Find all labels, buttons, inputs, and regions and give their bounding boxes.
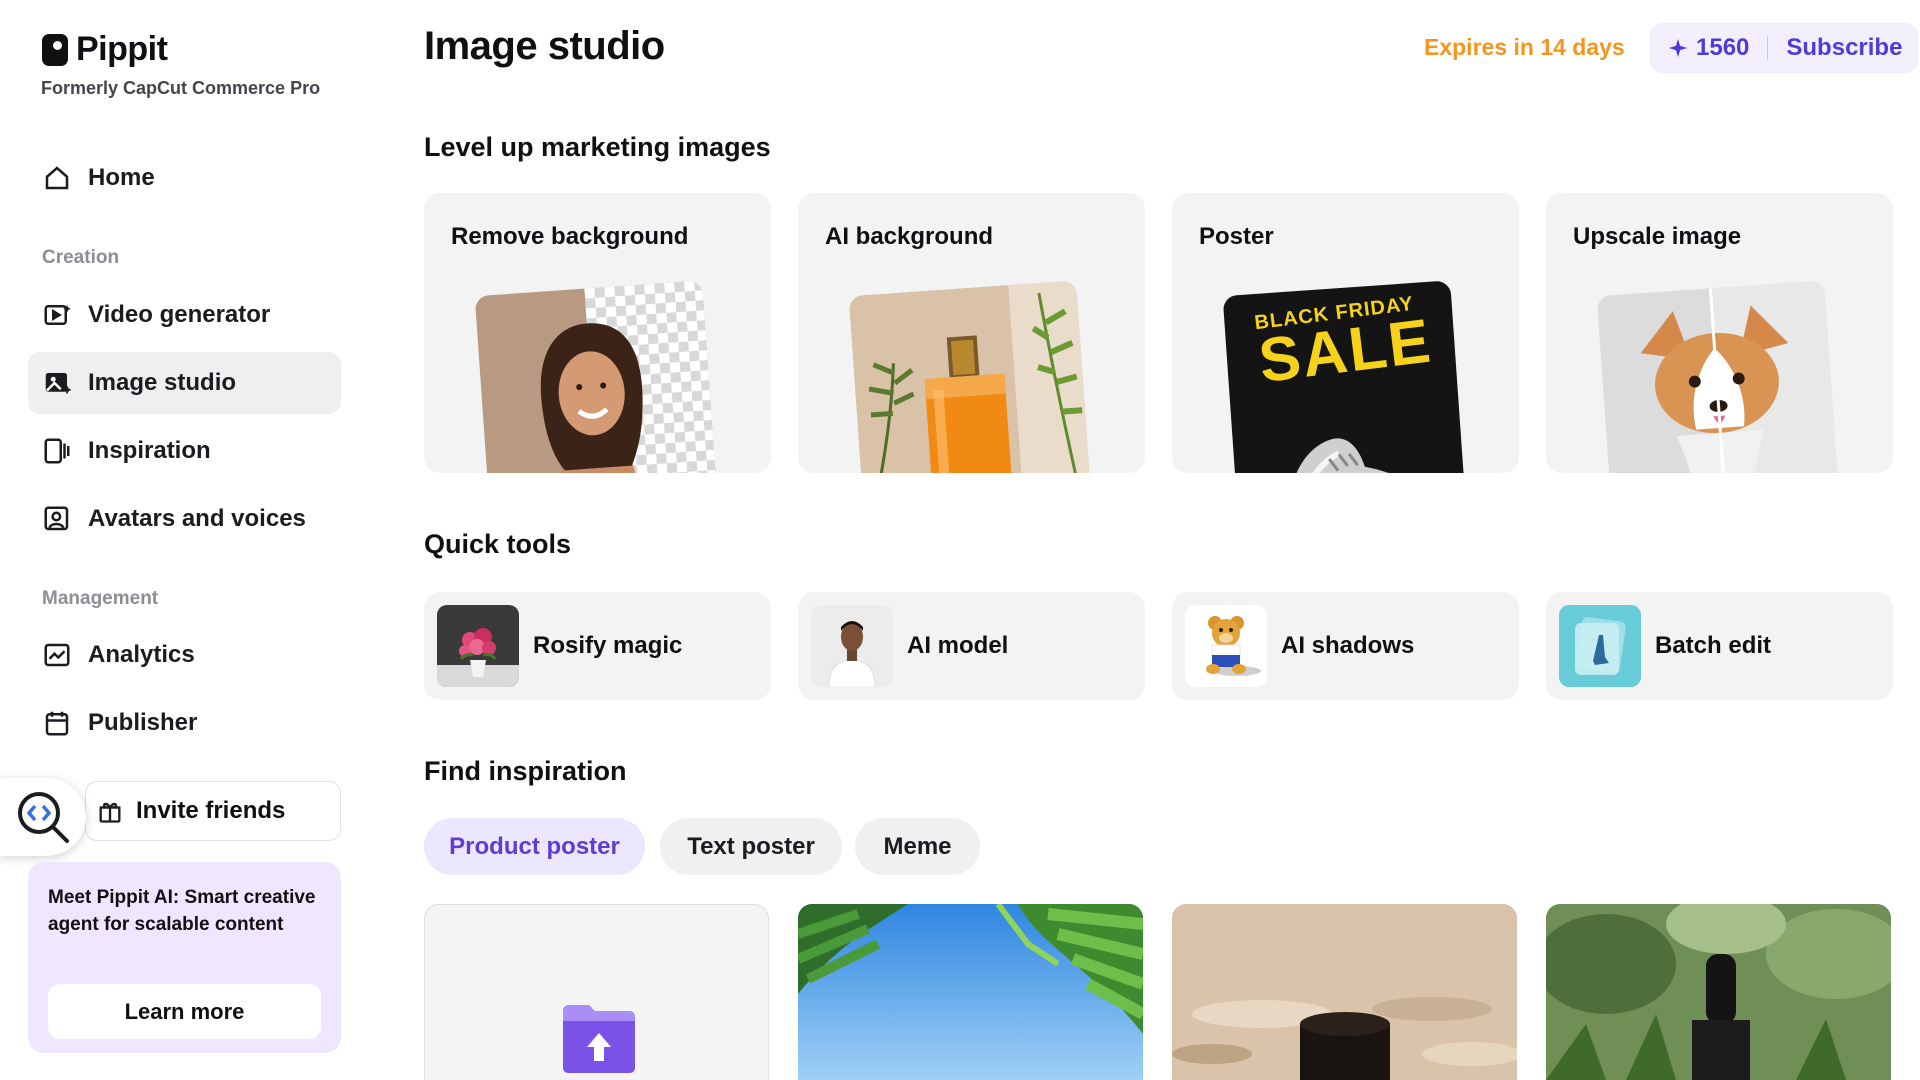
page-title: Image studio [424, 24, 665, 68]
poster-illustration: BLACK FRIDAY SALE [1222, 280, 1466, 473]
batch-edit-thumbnail [1559, 605, 1641, 687]
ai-model-thumbnail [811, 605, 893, 687]
inspiration-card-stones[interactable] [1172, 904, 1517, 1080]
invite-label: Invite friends [136, 797, 286, 824]
tool-card-rosify-magic[interactable]: Rosify magic [424, 592, 771, 700]
home-icon [45, 166, 69, 190]
sidebar-item-image-studio[interactable]: Image studio [28, 352, 341, 414]
upscale-image-illustration [1596, 280, 1840, 473]
subscribe-button[interactable]: Subscribe [1786, 34, 1902, 62]
inspiration-card-tropical[interactable] [798, 904, 1143, 1080]
tool-card-label: Rosify magic [533, 632, 683, 659]
brand-name: Pippit [76, 30, 168, 68]
learn-more-button[interactable]: Learn more [48, 984, 321, 1039]
tool-card-ai-model[interactable]: AI model [798, 592, 1145, 700]
section-title-quick-tools: Quick tools [424, 529, 572, 559]
pill-divider [1767, 36, 1769, 60]
feature-card-label: Poster [1199, 223, 1274, 250]
invite-friends-button[interactable]: Invite friends [85, 781, 341, 841]
section-label-creation: Creation [42, 247, 120, 268]
brand-logo[interactable]: Pippit [42, 30, 168, 69]
sidebar-item-analytics[interactable]: Analytics [28, 624, 341, 686]
video-generator-icon [44, 305, 71, 325]
sidebar-item-label: Video generator [88, 301, 271, 328]
sidebar-item-video-generator[interactable]: Video generator [28, 284, 341, 346]
analytics-icon [44, 643, 70, 667]
section-label-management: Management [42, 588, 159, 609]
section-title-find-inspiration: Find inspiration [424, 756, 627, 786]
feature-card-label: Upscale image [1573, 223, 1742, 250]
feature-card-label: AI background [825, 223, 994, 250]
tool-card-label: AI shadows [1281, 632, 1415, 659]
sidebar-item-avatars-voices[interactable]: Avatars and voices [28, 488, 341, 550]
inspiration-card-dropper[interactable] [1546, 904, 1891, 1080]
sidebar-item-label: Image studio [88, 369, 237, 396]
sidebar-item-home[interactable]: Home [28, 147, 341, 209]
tab-product-poster[interactable]: Product poster [424, 818, 645, 875]
avatar-icon [44, 506, 69, 531]
calendar-icon [45, 711, 69, 736]
feature-card-upscale-image[interactable]: Upscale image [1546, 193, 1893, 473]
ai-background-illustration [848, 280, 1092, 473]
inspiration-icon [44, 438, 70, 464]
tool-card-batch-edit[interactable]: Batch edit [1546, 592, 1893, 700]
promo-text: Meet Pippit AI: Smart creative agent for… [48, 887, 316, 935]
tool-card-label: AI model [907, 632, 1009, 659]
sidebar-item-label: Avatars and voices [88, 505, 306, 532]
credits-count: 1560 [1696, 34, 1750, 61]
sidebar-item-label: Home [88, 164, 155, 191]
sidebar-item-inspiration[interactable]: Inspiration [28, 420, 341, 482]
brand-subtitle: Formerly CapCut Commerce Pro [41, 78, 321, 98]
sidebar-item-label: Analytics [88, 641, 195, 668]
sidebar: Pippit Formerly CapCut Commerce Pro Home… [0, 0, 370, 1080]
tool-card-ai-shadows[interactable]: AI shadows [1172, 592, 1519, 700]
sidebar-item-publisher[interactable]: Publisher [28, 692, 341, 754]
feature-card-ai-background[interactable]: AI background [798, 193, 1145, 473]
upload-card[interactable] [424, 904, 769, 1080]
feature-card-label: Remove background [451, 223, 689, 250]
section-title-level-up: Level up marketing images [424, 132, 771, 162]
tool-card-label: Batch edit [1655, 632, 1772, 659]
tab-meme[interactable]: Meme [855, 818, 980, 875]
code-magnifier-icon [18, 792, 69, 843]
remove-background-illustration [474, 280, 718, 473]
ai-shadows-thumbnail [1185, 605, 1267, 687]
tab-text-poster[interactable]: Text poster [660, 818, 842, 875]
feature-card-remove-background[interactable]: Remove background [424, 193, 771, 473]
trial-expiry-label: Expires in 14 days [1424, 34, 1625, 60]
image-studio-icon [45, 373, 72, 395]
gift-icon [99, 802, 121, 823]
rosify-thumbnail [437, 605, 519, 687]
upload-folder-icon [563, 1005, 635, 1073]
code-search-float-button[interactable] [0, 778, 86, 856]
sidebar-item-label: Publisher [88, 709, 198, 736]
pippit-logo-icon [42, 33, 68, 66]
sidebar-item-label: Inspiration [88, 437, 211, 464]
feature-card-poster[interactable]: Poster BLACK FRIDAY SALE [1172, 193, 1519, 473]
promo-card: Meet Pippit AI: Smart creative agent for… [28, 862, 341, 1053]
credits-subscribe-pill[interactable]: 1560 Subscribe [1650, 23, 1918, 73]
sparkle-icon [1668, 38, 1688, 58]
